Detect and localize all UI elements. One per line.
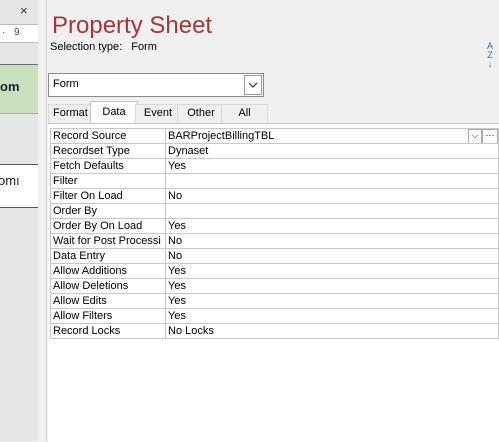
property-value-field[interactable]: Yes xyxy=(165,278,499,294)
property-value-field[interactable]: BARProjectBillingTBL ⌵ ··· xyxy=(165,128,499,144)
form-header-text: om xyxy=(0,79,20,94)
property-name: Order By On Load xyxy=(50,218,166,234)
property-name: Recordset Type xyxy=(50,143,166,159)
property-name: Order By xyxy=(50,203,166,219)
form-detail-band[interactable]: omı xyxy=(0,164,38,208)
property-row[interactable]: Allow Filters Yes xyxy=(50,308,499,324)
property-name: Allow Deletions xyxy=(50,278,166,294)
form-design-pane: × · 9 om omı xyxy=(0,0,39,441)
property-value-field[interactable]: No Locks xyxy=(165,323,499,339)
property-row[interactable]: Order By On Load Yes xyxy=(50,218,499,234)
property-value: BARProjectBillingTBL xyxy=(168,130,275,142)
selection-type: Selection type: Form xyxy=(50,41,157,53)
tab-all[interactable]: All xyxy=(221,104,268,124)
close-icon[interactable]: × xyxy=(20,3,28,18)
property-name: Record Locks xyxy=(50,323,166,339)
property-row[interactable]: Filter xyxy=(50,173,499,189)
selection-type-label: Selection type: xyxy=(50,41,123,53)
property-name: Allow Edits xyxy=(50,293,166,309)
property-value-field[interactable]: Dynaset xyxy=(165,143,499,159)
property-row[interactable]: Fetch Defaults Yes xyxy=(50,158,499,174)
ruler-mark: 9 xyxy=(14,27,20,38)
page-title: Property Sheet xyxy=(52,12,213,39)
object-selector-value: Form xyxy=(53,78,79,90)
selection-type-value: Form xyxy=(131,41,157,53)
property-name: Record Source xyxy=(50,128,166,144)
property-grid: Record Source BARProjectBillingTBL ⌵ ···… xyxy=(50,128,499,339)
property-row[interactable]: Data Entry No xyxy=(50,248,499,264)
property-name: Filter On Load xyxy=(50,188,166,204)
tab-format[interactable]: Format xyxy=(48,104,93,124)
property-grid-panel: Record Source BARProjectBillingTBL ⌵ ···… xyxy=(48,123,499,442)
property-value-field[interactable]: Yes xyxy=(165,158,499,174)
tab-data[interactable]: Data xyxy=(90,101,138,124)
property-row[interactable]: Filter On Load No xyxy=(50,188,499,204)
property-name: Allow Additions xyxy=(50,263,166,279)
property-tabs: Format Data Event Other All xyxy=(48,101,499,124)
property-value-field[interactable]: Yes xyxy=(165,293,499,309)
property-row[interactable]: Record Source BARProjectBillingTBL ⌵ ··· xyxy=(50,128,499,144)
property-value-field[interactable]: No xyxy=(165,248,499,264)
property-value-field[interactable]: Yes xyxy=(165,263,499,279)
property-value-field[interactable]: No xyxy=(165,233,499,249)
pane-splitter[interactable] xyxy=(38,0,47,441)
property-row[interactable]: Allow Deletions Yes xyxy=(50,278,499,294)
chevron-down-icon[interactable] xyxy=(244,75,262,95)
property-value-field[interactable]: Yes xyxy=(165,308,499,324)
tab-other[interactable]: Other xyxy=(177,104,225,124)
property-sheet: Property Sheet Selection type: Form A Z ↓ … xyxy=(47,0,499,442)
property-value-field[interactable] xyxy=(165,173,499,189)
property-value-field[interactable]: Yes xyxy=(165,218,499,234)
property-row[interactable]: Allow Additions Yes xyxy=(50,263,499,279)
property-row[interactable]: Order By xyxy=(50,203,499,219)
property-row[interactable]: Record Locks No Locks xyxy=(50,323,499,339)
sort-az-icon[interactable]: A Z ↓ xyxy=(485,42,495,69)
property-value-field[interactable]: No xyxy=(165,188,499,204)
property-name: Fetch Defaults xyxy=(50,158,166,174)
property-value-field[interactable] xyxy=(165,203,499,219)
chevron-down-icon[interactable]: ⌵ xyxy=(468,129,482,143)
ruler: · 9 xyxy=(0,24,38,43)
tab-event[interactable]: Event xyxy=(135,104,181,124)
property-row[interactable]: Recordset Type Dynaset xyxy=(50,143,499,159)
property-row[interactable]: Wait for Post Processi No xyxy=(50,233,499,249)
property-name: Data Entry xyxy=(50,248,166,264)
property-name: Filter xyxy=(50,173,166,189)
property-row[interactable]: Allow Edits Yes xyxy=(50,293,499,309)
ruler-mark: · xyxy=(2,27,6,38)
object-selector-combo[interactable]: Form xyxy=(48,73,264,97)
form-detail-text: omı xyxy=(0,173,20,188)
form-header-band[interactable]: om xyxy=(0,64,38,114)
property-name: Wait for Post Processi xyxy=(50,233,166,249)
builder-ellipsis-icon[interactable]: ··· xyxy=(482,129,498,143)
property-name: Allow Filters xyxy=(50,308,166,324)
